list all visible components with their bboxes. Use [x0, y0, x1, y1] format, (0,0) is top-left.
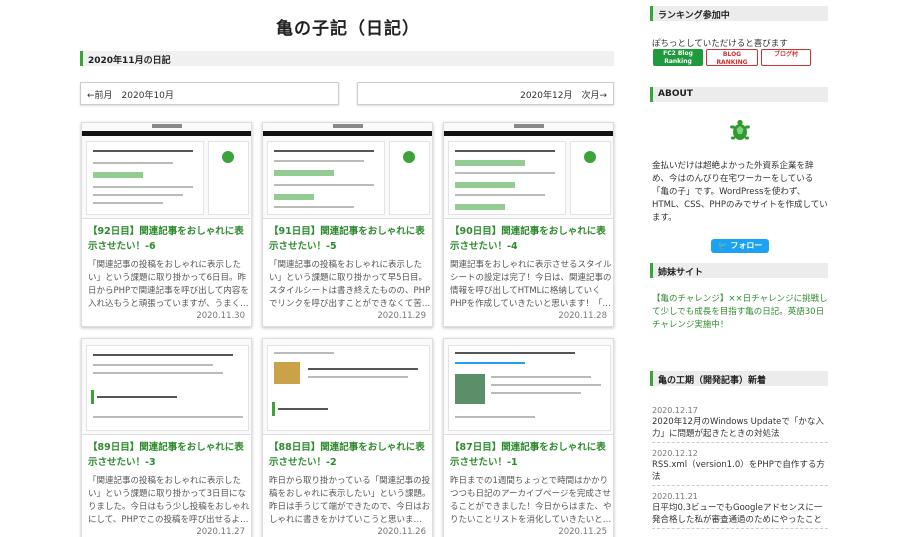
article-excerpt: 「関連記事の投稿をおしゃれに表示したい」という課題に取り掛かって早5日目。スタイ… — [269, 260, 431, 309]
ranking-heading: ランキング参加中 — [650, 6, 828, 21]
follow-label: フォロー — [730, 241, 763, 250]
site-title[interactable]: 亀の子記（日記） — [80, 14, 616, 39]
article-card[interactable]: 【92日目】関連記事をおしゃれに表示させたい！-6 「関連記事の投稿をおしゃれに… — [81, 122, 252, 327]
article-title[interactable]: 【92日目】関連記事をおしゃれに表示させたい！-6 — [88, 224, 250, 254]
post-title[interactable]: 日平均0.3ビューでもGoogleアドセンスに一発合格した私が審査通過のためにや… — [652, 502, 828, 526]
sister-site-link[interactable]: 【亀のチャレンジ】××日チャレンジに挑戦して少しでも成長を目指す亀の日記。英語3… — [652, 293, 828, 332]
post-title[interactable]: RSS.xml（version1.0）をPHPで自作する方法 — [652, 459, 828, 483]
article-title[interactable]: 【89日目】関連記事をおしゃれに表示させたい！-3 — [88, 440, 250, 470]
article-title[interactable]: 【90日目】関連記事をおしゃれに表示させたい！-4 — [450, 224, 612, 254]
post-title[interactable]: 2020年12月のWindows Updateで「かな入力」に問題が起きたときの… — [652, 416, 828, 440]
fc2-ranking-banner[interactable]: FC2 Blog Ranking — [653, 49, 703, 66]
post-item[interactable]: 2020.12.17 2020年12月のWindows Updateで「かな入力… — [652, 405, 828, 443]
article-thumbnail[interactable] — [444, 123, 613, 219]
article-excerpt: 昨日までの1週間ちょっとで時間はかかりつつも日記のアーカイブページを完成させるこ… — [450, 476, 612, 525]
article-excerpt: 昨日から取り掛かっている「関連記事の投稿をおしゃれに表示したい」という課題。昨日… — [269, 476, 431, 525]
blogmura-banner[interactable]: ブログ村 — [761, 49, 811, 66]
article-title[interactable]: 【91日目】関連記事をおしゃれに表示させたい！-5 — [269, 224, 431, 254]
turtle-icon — [730, 119, 750, 140]
article-card[interactable]: 【87日目】関連記事をおしゃれに表示させたい！-1 昨日までの1週間ちょっとで時… — [443, 338, 614, 537]
article-date: 2020.11.26 — [377, 527, 426, 537]
post-item[interactable]: 2020.11.21 日平均0.3ビューでもGoogleアドセンスに一発合格した… — [652, 491, 828, 529]
about-text: 金払いだけは超絶よかった外資系企業を辞め、今はのんびり在宅ワーカーをしている「亀… — [652, 161, 828, 223]
article-date: 2020.11.28 — [558, 311, 607, 321]
prev-month-button[interactable]: ←前月 2020年10月 — [80, 82, 339, 105]
post-item[interactable]: 2020.12.12 RSS.xml（version1.0）をPHPで自作する方… — [652, 448, 828, 486]
sidebar: ランキング参加中 ぽちっとしていただけると喜びます FC2 Blog Ranki… — [650, 0, 828, 537]
twitter-follow-button[interactable]: 🐦 フォロー — [711, 239, 769, 253]
main-column: 亀の子記（日記） 2020年11月の日記 ←前月 2020年10月 2020年1… — [80, 0, 616, 537]
article-excerpt: 関連記事をおしゃれに表示させるスタイルシートの設定は完了！今日は、関連記事の情報… — [450, 260, 612, 309]
post-date: 2020.12.17 — [652, 406, 698, 415]
sister-heading: 姉妹サイト — [650, 263, 828, 278]
article-card[interactable]: 【90日目】関連記事をおしゃれに表示させたい！-4 関連記事をおしゃれに表示させ… — [443, 122, 614, 327]
article-thumbnail[interactable] — [82, 339, 251, 435]
article-thumbnail[interactable] — [82, 123, 251, 219]
post-date: 2020.12.12 — [652, 449, 698, 458]
article-card[interactable]: 【89日目】関連記事をおしゃれに表示させたい！-3 「関連記事の投稿をおしゃれに… — [81, 338, 252, 537]
article-card[interactable]: 【91日目】関連記事をおしゃれに表示させたい！-5 「関連記事の投稿をおしゃれに… — [262, 122, 433, 327]
article-card[interactable]: 【88日目】関連記事をおしゃれに表示させたい！-2 昨日から取り掛かっている「関… — [262, 338, 433, 537]
article-date: 2020.11.27 — [196, 527, 245, 537]
twitter-bird-icon: 🐦 — [717, 241, 728, 250]
post-date: 2020.11.21 — [652, 492, 698, 501]
article-date: 2020.11.30 — [196, 311, 245, 321]
article-date: 2020.11.29 — [377, 311, 426, 321]
next-month-button[interactable]: 2020年12月 次月→ — [357, 82, 614, 105]
article-excerpt: 「関連記事の投稿をおしゃれに表示したい」という課題に取り掛かって3日目になりまし… — [88, 476, 250, 525]
article-date: 2020.11.25 — [558, 527, 607, 537]
article-thumbnail[interactable] — [263, 339, 432, 435]
article-thumbnail[interactable] — [263, 123, 432, 219]
article-thumbnail[interactable] — [444, 339, 613, 435]
article-excerpt: 「関連記事の投稿をおしゃれに表示したい」という課題に取り掛かって6日目。昨日から… — [88, 260, 249, 309]
article-title[interactable]: 【88日目】関連記事をおしゃれに表示させたい！-2 — [269, 440, 431, 470]
article-title[interactable]: 【87日目】関連記事をおしゃれに表示させたい！-1 — [450, 440, 612, 470]
posts-heading: 亀の工期（開発記事）新着 — [650, 371, 828, 386]
blog-ranking-banner[interactable]: BLOG RANKING — [706, 49, 758, 66]
about-heading: ABOUT — [650, 87, 828, 102]
month-heading: 2020年11月の日記 — [80, 51, 614, 66]
